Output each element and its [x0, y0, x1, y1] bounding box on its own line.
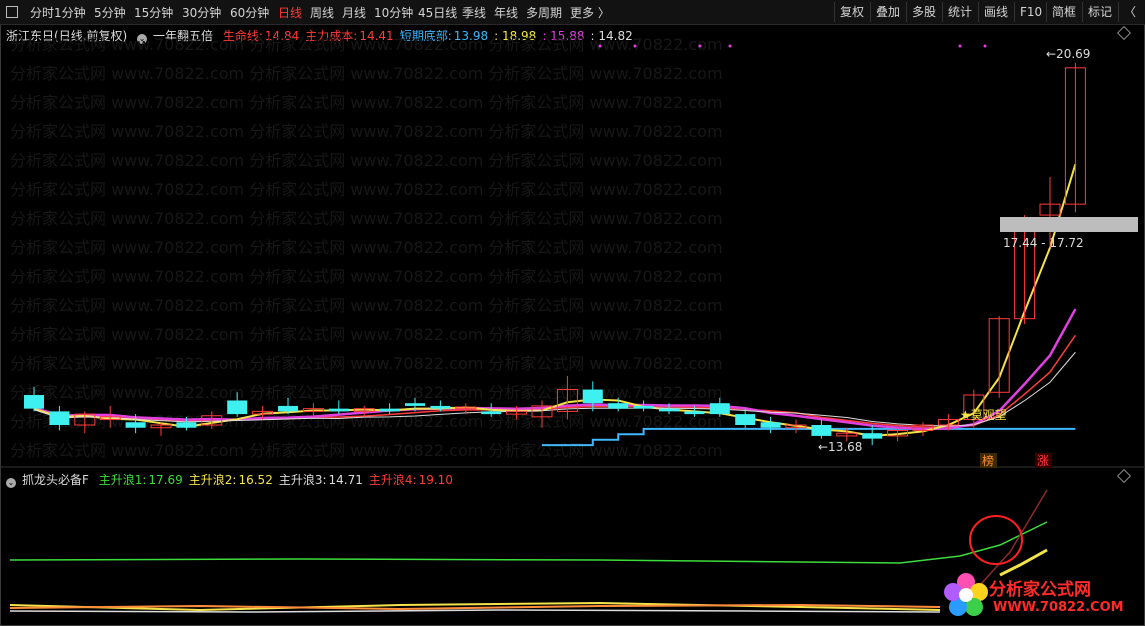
- signal-dot-4: [958, 44, 962, 48]
- candle-body-16: [430, 405, 451, 409]
- watermark-10: 分析家公式网 www.70822.com 分析家公式网 www.70822.co…: [10, 325, 723, 344]
- watermark-2: 分析家公式网 www.70822.com 分析家公式网 www.70822.co…: [10, 93, 723, 112]
- signal-dot-0: [598, 44, 602, 48]
- candle-body-31: [811, 425, 832, 436]
- watermark-14: 分析家公式网 www.70822.com 分析家公式网 www.70822.co…: [10, 441, 723, 460]
- candle-body-33: [862, 433, 883, 439]
- logo-title: 分析家公式网: [989, 580, 1091, 600]
- watermark-8: 分析家公式网 www.70822.com 分析家公式网 www.70822.co…: [10, 267, 723, 286]
- candle-body-23: [608, 403, 629, 409]
- candle-body-29: [760, 422, 781, 428]
- candle-body-27: [709, 403, 730, 415]
- signal-dot-5: [983, 44, 987, 48]
- candle-body-26: [684, 411, 705, 415]
- candle-body-10: [278, 405, 298, 412]
- star-label: ★莫观望: [960, 408, 1007, 422]
- signal-dot-3: [728, 44, 732, 48]
- tag2-label: 涨: [1037, 453, 1049, 468]
- candle-body-18: [481, 411, 502, 415]
- range-band: [1000, 217, 1138, 232]
- site-logo: 分析家公式网 WWW.70822.COM: [937, 567, 1137, 623]
- candle-body-14: [379, 408, 400, 412]
- high-label: ←20.69: [1046, 47, 1090, 61]
- logo-url: WWW.70822.COM: [993, 600, 1124, 615]
- watermark-5: 分析家公式网 www.70822.com 分析家公式网 www.70822.co…: [10, 180, 723, 199]
- price-chart[interactable]: 分析家公式网 www.70822.com 分析家公式网 www.70822.co…: [0, 0, 1145, 626]
- watermark-3: 分析家公式网 www.70822.com 分析家公式网 www.70822.co…: [10, 122, 723, 141]
- candle-body-22: [582, 389, 603, 404]
- volume-line-white: [9, 609, 941, 613]
- flower-logo-icon: [944, 573, 988, 616]
- candle-body-28: [735, 414, 756, 426]
- watermark-1: 分析家公式网 www.70822.com 分析家公式网 www.70822.co…: [10, 64, 723, 83]
- watermark-7: 分析家公式网 www.70822.com 分析家公式网 www.70822.co…: [10, 238, 723, 257]
- wave1-line: [9, 521, 1048, 564]
- watermark-4: 分析家公式网 www.70822.com 分析家公式网 www.70822.co…: [10, 151, 723, 170]
- candle-body-24: [633, 405, 654, 409]
- low-label: ←13.68: [818, 440, 862, 454]
- candle-body-0: [24, 395, 44, 409]
- candle-body-4: [125, 422, 146, 428]
- watermark-11: 分析家公式网 www.70822.com 分析家公式网 www.70822.co…: [10, 354, 723, 373]
- tag1-label: 榜: [982, 453, 994, 468]
- candle-body-15: [405, 403, 425, 406]
- signal-dot-2: [698, 44, 702, 48]
- signal-dot-1: [633, 44, 637, 48]
- range-label: 17.44 - 17.72: [1003, 236, 1084, 250]
- candle-body-12: [328, 408, 349, 412]
- watermark-12: 分析家公式网 www.70822.com 分析家公式网 www.70822.co…: [10, 383, 723, 402]
- watermark-6: 分析家公式网 www.70822.com 分析家公式网 www.70822.co…: [10, 209, 723, 228]
- candle-body-25: [659, 408, 679, 412]
- candle-body-8: [227, 400, 248, 415]
- watermark-9: 分析家公式网 www.70822.com 分析家公式网 www.70822.co…: [10, 296, 723, 315]
- candle-body-1: [49, 411, 70, 426]
- candle-body-6: [176, 422, 197, 428]
- highlight-circle: [969, 515, 1023, 565]
- watermark-0: 分析家公式网 www.70822.com 分析家公式网 www.70822.co…: [10, 35, 723, 54]
